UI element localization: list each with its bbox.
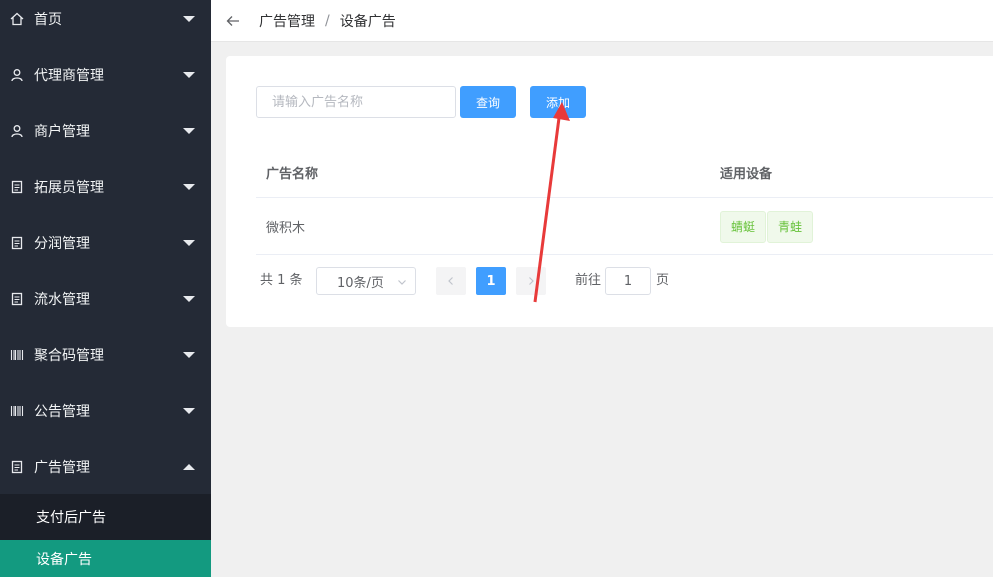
ads-table: 广告名称 适用设备 微积木 蜻蜓 青蛙	[256, 146, 993, 255]
ad-name-cell: 微积木	[266, 221, 306, 236]
query-button[interactable]: 查询	[460, 86, 516, 118]
sidebar-subitem-device-ads[interactable]: 设备广告	[0, 540, 211, 577]
chevron-down-icon	[183, 352, 195, 358]
breadcrumb-item: 设备广告	[339, 13, 396, 30]
back-arrow-icon[interactable]	[225, 13, 241, 29]
sidebar-item-label: 聚合码管理	[34, 348, 104, 364]
sidebar-subitem-post-payment-ads[interactable]: 支付后广告	[0, 494, 211, 540]
table-header-row: 广告名称 适用设备	[256, 146, 993, 198]
breadcrumb-separator: /	[325, 12, 330, 29]
document-icon	[10, 292, 24, 306]
goto-suffix: 页	[656, 273, 670, 288]
chevron-down-icon	[183, 128, 195, 134]
user-icon	[10, 68, 24, 82]
breadcrumb: 广告管理 / 设备广告	[259, 11, 396, 31]
goto-page-input[interactable]	[605, 267, 651, 295]
sidebar-item-announcements[interactable]: 公告管理	[0, 383, 211, 439]
chevron-down-icon	[183, 240, 195, 246]
sidebar-item-promoters[interactable]: 拓展员管理	[0, 159, 211, 215]
page-size-value: 10条/页	[337, 275, 384, 291]
add-button[interactable]: 添加	[530, 86, 586, 118]
document-icon	[10, 236, 24, 250]
chevron-down-icon	[183, 16, 195, 22]
document-icon	[10, 460, 24, 474]
breadcrumb-item[interactable]: 广告管理	[259, 11, 315, 31]
sidebar-item-merchants[interactable]: 商户管理	[0, 103, 211, 159]
page-number-button[interactable]: 1	[476, 267, 506, 295]
home-icon	[10, 12, 24, 26]
content-card: 查询 添加 广告名称 适用设备 微积木 蜻蜓 青蛙 共 1 条 10条/页 1	[226, 56, 993, 327]
sidebar-subitem-label: 设备广告	[36, 552, 92, 568]
sidebar-item-profit-sharing[interactable]: 分润管理	[0, 215, 211, 271]
column-header-ad-name: 广告名称	[266, 166, 319, 182]
chevron-down-icon	[183, 184, 195, 190]
chevron-left-icon	[448, 277, 453, 285]
chevron-down-icon	[183, 72, 195, 78]
page-size-select[interactable]: 10条/页	[316, 267, 416, 295]
sidebar-item-label: 分润管理	[34, 236, 90, 252]
device-tag: 青蛙	[767, 210, 814, 243]
chevron-down-icon	[183, 296, 195, 302]
column-header-devices: 适用设备	[720, 166, 773, 182]
next-page-button[interactable]	[516, 267, 546, 295]
devices-cell: 蜻蜓 青蛙	[720, 198, 814, 255]
sidebar-item-agents[interactable]: 代理商管理	[0, 47, 211, 103]
prev-page-button[interactable]	[436, 267, 466, 295]
ads-submenu: 支付后广告 设备广告	[0, 494, 211, 577]
ad-name-search-input[interactable]	[256, 86, 456, 118]
sidebar-item-label: 公告管理	[34, 404, 90, 420]
sidebar-item-label: 广告管理	[34, 460, 90, 476]
sidebar-item-label: 代理商管理	[34, 68, 104, 84]
barcode-icon	[10, 404, 24, 418]
sidebar-item-home[interactable]: 首页	[0, 0, 211, 47]
device-tag: 蜻蜓	[720, 210, 767, 243]
table-row: 微积木 蜻蜓 青蛙	[256, 198, 993, 255]
sidebar-item-aggregate-code[interactable]: 聚合码管理	[0, 327, 211, 383]
chevron-up-icon	[183, 464, 195, 470]
sidebar: 首页 代理商管理 商户管理 拓展员管理 分润管理 流水管理 聚合码管理 公告管理…	[0, 0, 211, 577]
chevron-down-icon	[397, 276, 407, 286]
pagination: 共 1 条 10条/页 1 前往 页	[260, 267, 960, 295]
sidebar-item-label: 流水管理	[34, 292, 90, 308]
sidebar-item-ads[interactable]: 广告管理	[0, 439, 211, 495]
sidebar-item-transactions[interactable]: 流水管理	[0, 271, 211, 327]
top-header: 广告管理 / 设备广告	[211, 0, 993, 42]
chevron-down-icon	[183, 408, 195, 414]
sidebar-item-label: 商户管理	[34, 124, 90, 140]
sidebar-subitem-label: 支付后广告	[36, 510, 106, 526]
document-icon	[10, 180, 24, 194]
chevron-right-icon	[529, 277, 534, 285]
pagination-total: 共 1 条	[260, 273, 303, 288]
sidebar-item-label: 首页	[34, 12, 62, 28]
goto-label: 前往	[575, 273, 602, 288]
barcode-icon	[10, 348, 24, 362]
sidebar-item-label: 拓展员管理	[34, 180, 104, 196]
user-icon	[10, 124, 24, 138]
